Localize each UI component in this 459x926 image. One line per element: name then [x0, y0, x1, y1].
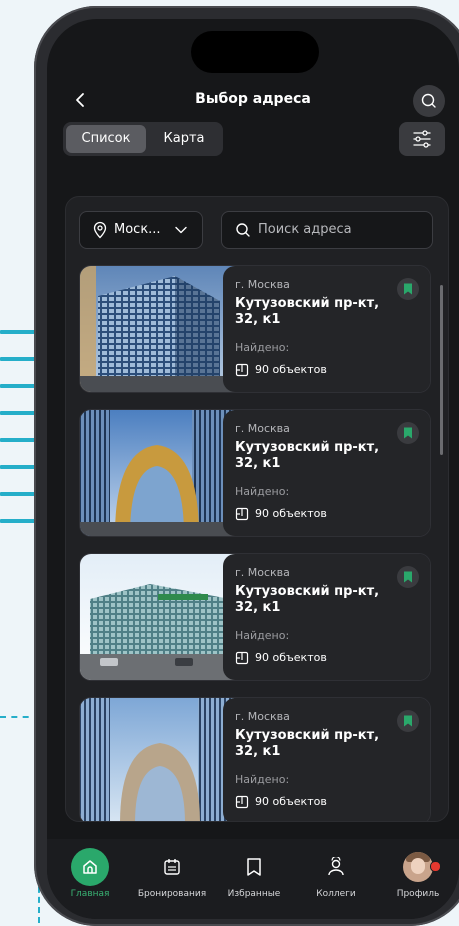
tab-colleagues[interactable]: Коллеги [295, 851, 377, 899]
bookmark-button[interactable] [397, 710, 419, 732]
listing-address: Кутузовский пр-кт, 32, к1 [235, 728, 380, 759]
objects-count: 90 объектов [255, 795, 327, 808]
address-info: г. Москва Кутузовский пр-кт, 32, к1 Найд… [223, 698, 430, 821]
floor-plan-icon [235, 651, 249, 665]
floor-plan-icon [235, 363, 249, 377]
address-card[interactable]: г. Москва Кутузовский пр-кт, 32, к1 Найд… [79, 553, 431, 681]
bookmark-icon [404, 571, 412, 583]
tab-list[interactable]: Список [66, 125, 146, 153]
tab-colleagues-label: Коллеги [316, 889, 356, 899]
tab-favorites-label: Избранные [227, 889, 281, 899]
address-list: г. Москва Кутузовский пр-кт, 32, к1 Найд… [79, 265, 431, 821]
search-icon [421, 93, 436, 108]
objects-count: 90 объектов [255, 363, 327, 376]
city-select-value: Моск... [114, 222, 161, 237]
location-pin-icon [93, 221, 107, 239]
found-label: Найдено: [235, 485, 290, 498]
listing-city: г. Москва [235, 422, 290, 435]
sliders-icon [413, 130, 431, 148]
tab-home-label: Главная [70, 889, 110, 899]
listing-address: Кутузовский пр-кт, 32, к1 [235, 440, 380, 471]
address-card[interactable]: г. Москва Кутузовский пр-кт, 32, к1 Найд… [79, 697, 431, 821]
bookmark-button[interactable] [397, 566, 419, 588]
floor-plan-icon [235, 795, 249, 809]
found-label: Найдено: [235, 629, 290, 642]
found-label: Найдено: [235, 341, 290, 354]
bookmark-icon [404, 427, 412, 439]
building-photo [80, 410, 235, 536]
listing-address: Кутузовский пр-кт, 32, к1 [235, 584, 380, 615]
city-select[interactable]: Моск... [79, 211, 203, 249]
found-label: Найдено: [235, 773, 290, 786]
phone-screen: Выбор адреса Список Карта Моск... Поиск … [47, 19, 459, 919]
bookmark-icon [247, 858, 261, 876]
address-search-input[interactable]: Поиск адреса [221, 211, 433, 249]
bookmark-icon [404, 283, 412, 295]
listing-city: г. Москва [235, 278, 290, 291]
listing-address: Кутузовский пр-кт, 32, к1 [235, 296, 380, 327]
avatar [403, 852, 433, 882]
notification-dot [430, 861, 441, 872]
building-photo [80, 266, 235, 392]
address-info: г. Москва Кутузовский пр-кт, 32, к1 Найд… [223, 554, 430, 680]
bookmark-icon [404, 715, 412, 727]
bottom-tab-bar: Главная Бронирования Избранные Коллеги П… [47, 839, 459, 919]
bookmark-button[interactable] [397, 278, 419, 300]
address-card[interactable]: г. Москва Кутузовский пр-кт, 32, к1 Найд… [79, 409, 431, 537]
address-card[interactable]: г. Москва Кутузовский пр-кт, 32, к1 Найд… [79, 265, 431, 393]
tab-home[interactable]: Главная [49, 848, 131, 899]
address-info: г. Москва Кутузовский пр-кт, 32, к1 Найд… [223, 266, 430, 392]
colleagues-icon [328, 857, 344, 876]
tab-favorites[interactable]: Избранные [213, 851, 295, 899]
address-panel: Моск... Поиск адреса г. Москва Кутузовск… [65, 196, 449, 822]
calendar-icon [164, 859, 180, 875]
tab-profile[interactable]: Профиль [377, 851, 459, 899]
objects-count: 90 объектов [255, 651, 327, 664]
building-photo [80, 554, 235, 680]
objects-count: 90 объектов [255, 507, 327, 520]
bookmark-button[interactable] [397, 422, 419, 444]
top-bar: Выбор адреса [47, 81, 459, 121]
tab-bookings[interactable]: Бронирования [131, 851, 213, 899]
chevron-down-icon [175, 226, 187, 234]
dynamic-island [191, 31, 319, 73]
home-icon [83, 860, 97, 874]
address-info: г. Москва Кутузовский пр-кт, 32, к1 Найд… [223, 410, 430, 536]
tab-map[interactable]: Карта [149, 125, 219, 153]
search-icon [236, 223, 250, 237]
listing-city: г. Москва [235, 710, 290, 723]
filter-button[interactable] [399, 122, 445, 156]
address-search-placeholder: Поиск адреса [258, 222, 352, 237]
tab-bookings-label: Бронирования [137, 889, 207, 899]
page-title: Выбор адреса [195, 91, 311, 107]
search-button[interactable] [413, 85, 445, 117]
floor-plan-icon [235, 507, 249, 521]
building-photo [80, 698, 235, 821]
listing-city: г. Москва [235, 566, 290, 579]
tab-profile-label: Профиль [396, 889, 440, 899]
view-toggle: Список Карта [63, 122, 223, 156]
list-scrollbar[interactable] [440, 285, 443, 455]
